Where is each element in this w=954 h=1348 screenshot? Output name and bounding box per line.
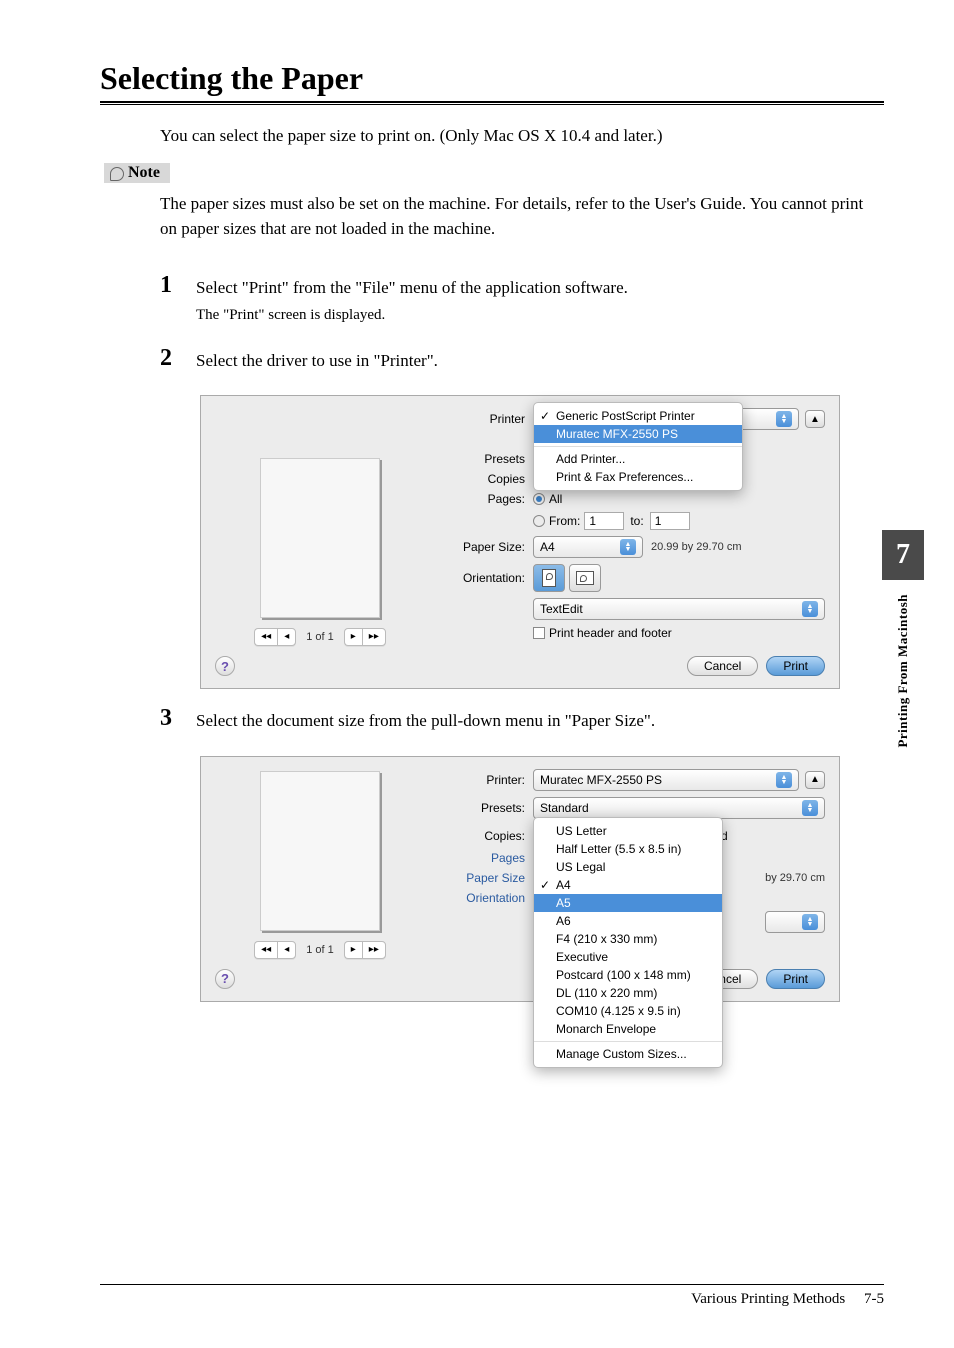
pages-all-radio[interactable] — [533, 493, 545, 505]
orientation-portrait-button[interactable] — [533, 564, 565, 592]
dropdown-item[interactable]: US Legal — [534, 858, 722, 876]
print-preview — [260, 771, 380, 931]
pager-label: 1 of 1 — [306, 944, 334, 956]
pager-first-button[interactable]: ◂◂ — [254, 941, 277, 959]
papersize-dim: 20.99 by 29.70 cm — [651, 541, 742, 553]
separator — [534, 1041, 722, 1042]
dropdown-item[interactable]: Print & Fax Preferences... — [534, 468, 742, 486]
printer-dropdown: Generic PostScript Printer Muratec MFX-2… — [533, 402, 743, 491]
collapse-button[interactable]: ▲ — [805, 410, 825, 428]
step-2: 2 Select the driver to use in "Printer". — [160, 345, 884, 378]
pager-next-button[interactable]: ▸ — [344, 628, 362, 646]
pager-prev-button[interactable]: ◂ — [277, 941, 296, 959]
print-dialog-2: ◂◂ ◂ 1 of 1 ▸ ▸▸ Printer: Muratec MFX-25… — [200, 756, 840, 1002]
pager-next-button[interactable]: ▸ — [344, 941, 362, 959]
pager: ◂◂ ◂ 1 of 1 ▸ ▸▸ — [254, 941, 386, 959]
papersize-select[interactable]: A4▲▼ — [533, 536, 643, 558]
page-footer: Various Printing Methods 7-5 — [100, 1284, 884, 1308]
step-text: Select the document size from the pull-d… — [196, 708, 884, 734]
separator — [534, 446, 742, 447]
step-number: 2 — [160, 345, 182, 378]
intro-text: You can select the paper size to print o… — [160, 123, 884, 149]
papersize-label: Paper Size: — [439, 540, 525, 554]
orientation-label: Orientation: — [439, 571, 525, 585]
print-preview — [260, 458, 380, 618]
pages-from-radio[interactable] — [533, 515, 545, 527]
pager-prev-button[interactable]: ◂ — [277, 628, 296, 646]
pages-to-label: to: — [630, 514, 643, 528]
copies-label: Copies — [439, 472, 525, 486]
pages-all-label: All — [549, 492, 562, 506]
app-section-value: TextEdit — [540, 602, 583, 616]
dropdown-item[interactable]: Executive — [534, 948, 722, 966]
presets-label: Presets — [439, 452, 525, 466]
dropdown-item[interactable]: F4 (210 x 330 mm) — [534, 930, 722, 948]
heading-rule — [100, 101, 884, 105]
dropdown-item[interactable]: Postcard (100 x 148 mm) — [534, 966, 722, 984]
footer-section: Various Printing Methods — [691, 1291, 845, 1307]
dropdown-item[interactable]: Add Printer... — [534, 450, 742, 468]
copies-label: Copies: — [439, 829, 525, 843]
help-button[interactable]: ? — [215, 969, 235, 989]
step-text: Select "Print" from the "File" menu of t… — [196, 275, 884, 301]
printer-label: Printer — [439, 412, 525, 426]
presets-select[interactable]: Standard▲▼ — [533, 797, 825, 819]
collapse-button[interactable]: ▲ — [805, 771, 825, 789]
pages-from-label: From: — [549, 514, 580, 528]
step-text: Select the driver to use in "Printer". — [196, 348, 884, 374]
dropdown-item[interactable]: DL (110 x 220 mm) — [534, 984, 722, 1002]
cancel-button[interactable]: Cancel — [687, 656, 758, 676]
pager: ◂◂ ◂ 1 of 1 ▸ ▸▸ — [254, 628, 386, 646]
page-heading: Selecting the Paper — [100, 60, 884, 97]
note-badge: Note — [104, 163, 170, 183]
printer-value: Muratec MFX-2550 PS — [540, 773, 662, 787]
chapter-tab: 7 Printing From Macintosh — [882, 530, 924, 748]
pages-to-input[interactable] — [650, 512, 690, 530]
papersize-dropdown: US Letter Half Letter (5.5 x 8.5 in) US … — [533, 817, 723, 1068]
printer-select[interactable]: Muratec MFX-2550 PS▲▼ — [533, 769, 799, 791]
step-3: 3 Select the document size from the pull… — [160, 705, 884, 738]
app-section-select[interactable]: ▲▼ — [765, 911, 825, 933]
pages-label: Pages: — [439, 492, 525, 506]
step-number: 1 — [160, 272, 182, 327]
print-dialog-1: ◂◂ ◂ 1 of 1 ▸ ▸▸ Printer ▲▼ ▲ Generic Po… — [200, 395, 840, 689]
pager-last-button[interactable]: ▸▸ — [362, 628, 386, 646]
dropdown-item[interactable]: Half Letter (5.5 x 8.5 in) — [534, 840, 722, 858]
footer-page: 7-5 — [864, 1291, 884, 1307]
pages-label: Pages — [439, 851, 525, 865]
dropdown-item-checked[interactable]: A4 — [534, 876, 722, 894]
chapter-title: Printing From Macintosh — [895, 594, 911, 748]
print-header-footer-label: Print header and footer — [549, 626, 672, 640]
orientation-landscape-button[interactable] — [569, 564, 601, 592]
dropdown-item[interactable]: A6 — [534, 912, 722, 930]
print-header-footer-checkbox[interactable] — [533, 627, 545, 639]
step-number: 3 — [160, 705, 182, 738]
chapter-number: 7 — [882, 530, 924, 580]
app-section-select[interactable]: TextEdit▲▼ — [533, 598, 825, 620]
pages-from-input[interactable] — [584, 512, 624, 530]
pager-label: 1 of 1 — [306, 631, 334, 643]
dropdown-item[interactable]: US Letter — [534, 822, 722, 840]
step-1: 1 Select "Print" from the "File" menu of… — [160, 272, 884, 327]
note-text: The paper sizes must also be set on the … — [160, 191, 884, 242]
print-button[interactable]: Print — [766, 656, 825, 676]
presets-value: Standard — [540, 801, 589, 815]
presets-label: Presets: — [439, 801, 525, 815]
dropdown-item[interactable]: Generic PostScript Printer — [534, 407, 742, 425]
papersize-label: Paper Size — [439, 871, 525, 885]
orientation-label: Orientation — [439, 891, 525, 905]
dropdown-item[interactable]: Manage Custom Sizes... — [534, 1045, 722, 1063]
printer-label: Printer: — [439, 773, 525, 787]
dropdown-item[interactable]: Monarch Envelope — [534, 1020, 722, 1038]
print-button[interactable]: Print — [766, 969, 825, 989]
step-subtext: The "Print" screen is displayed. — [196, 304, 884, 327]
dropdown-item[interactable]: COM10 (4.125 x 9.5 in) — [534, 1002, 722, 1020]
pager-first-button[interactable]: ◂◂ — [254, 628, 277, 646]
help-button[interactable]: ? — [215, 656, 235, 676]
dropdown-item-selected[interactable]: A5 — [534, 894, 722, 912]
dropdown-item-selected[interactable]: Muratec MFX-2550 PS — [534, 425, 742, 443]
papersize-dim: by 29.70 cm — [765, 872, 825, 884]
papersize-value: A4 — [540, 540, 555, 554]
pager-last-button[interactable]: ▸▸ — [362, 941, 386, 959]
